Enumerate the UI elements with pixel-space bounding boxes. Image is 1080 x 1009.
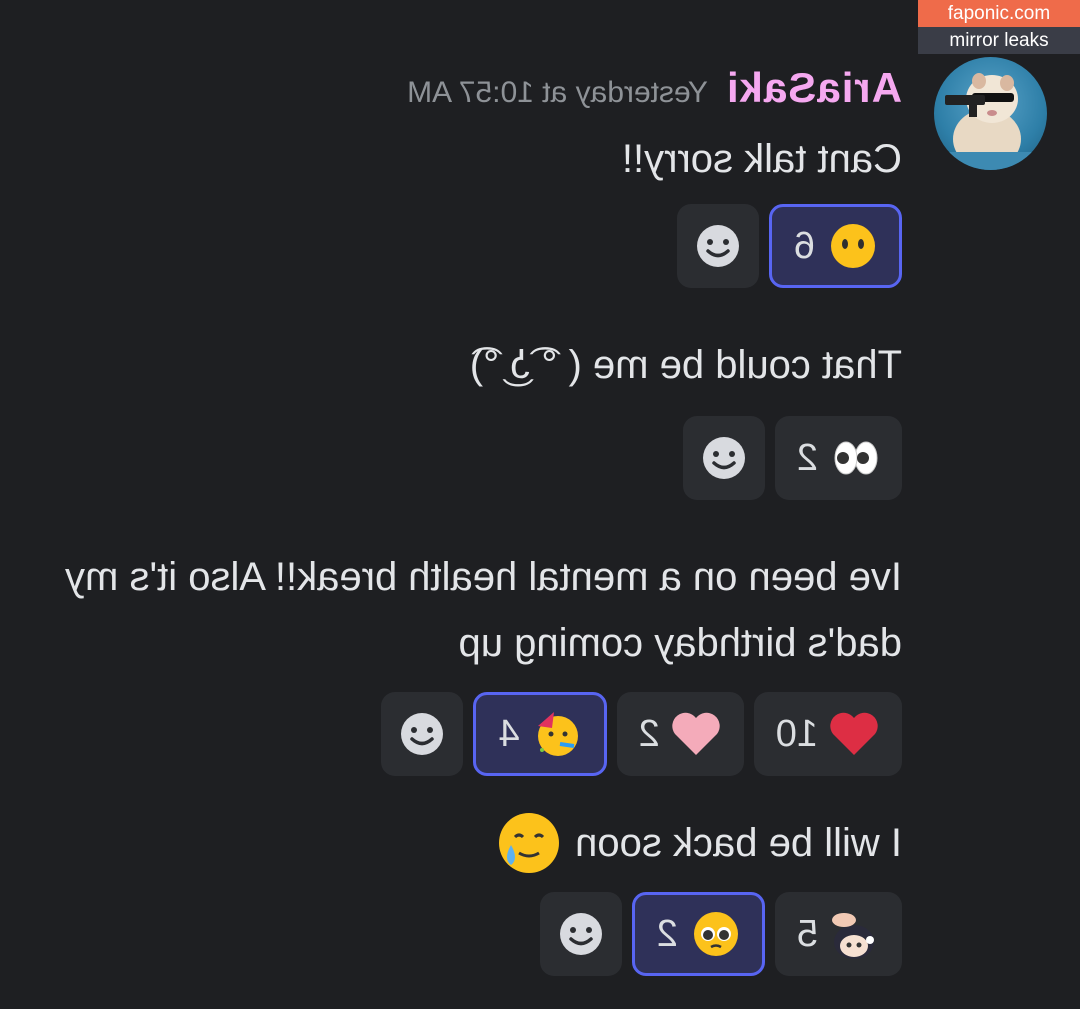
watermark-tag: mirror leaks <box>918 27 1080 54</box>
add-reaction-smiley-icon <box>557 910 605 958</box>
anime-headpat-icon <box>832 910 880 959</box>
add-reaction-button[interactable] <box>676 204 759 288</box>
add-reaction-button[interactable] <box>682 416 765 500</box>
reaction-count: 2 <box>796 436 818 479</box>
reaction-row: 10 2 4 <box>22 692 902 776</box>
reaction-count: 6 <box>793 224 815 267</box>
message-text: Ive been on a mental health break!! Also… <box>65 555 902 665</box>
message-text: That could be me ( ͡° ͜ʖ ͡°) <box>469 343 902 387</box>
eyes-icon <box>832 434 880 482</box>
red-heart-icon <box>830 710 880 758</box>
pink-heart-icon <box>672 710 722 758</box>
add-reaction-button[interactable] <box>381 692 464 776</box>
reaction-row: 6 <box>22 204 902 288</box>
no-mouth-face-icon <box>829 222 877 270</box>
watermark: faponic.com mirror leaks <box>918 0 1080 54</box>
smiling-face-with-tear-icon <box>497 811 561 875</box>
reaction-count: 5 <box>796 912 818 955</box>
reaction-custom-anime-headpat[interactable]: 5 <box>774 892 902 976</box>
add-reaction-smiley-icon <box>398 710 446 758</box>
reaction-count: 4 <box>498 712 520 755</box>
reaction-no-mouth-face[interactable]: 6 <box>768 204 902 288</box>
timestamp: Yesterday at 10:57 AM <box>407 76 708 109</box>
message-group: AriaSaki Yesterday at 10:57 AM Cant talk… <box>22 64 902 976</box>
message-text: Cant talk sorry!! <box>621 137 902 181</box>
message-header: AriaSaki Yesterday at 10:57 AM <box>22 64 902 124</box>
reaction-red-heart[interactable]: 10 <box>753 692 902 776</box>
reaction-count: 2 <box>656 912 678 955</box>
reaction-eyes[interactable]: 2 <box>774 416 902 500</box>
mirrored-chat: AriaSaki Yesterday at 10:57 AM Cant talk… <box>0 0 1080 1009</box>
avatar[interactable] <box>934 57 1047 170</box>
reaction-partying-face[interactable]: 4 <box>473 692 607 776</box>
username[interactable]: AriaSaki <box>726 64 902 112</box>
reaction-pink-heart[interactable]: 2 <box>616 692 744 776</box>
message-text: I will be back soon <box>575 821 902 865</box>
message-line: I will be back soon <box>22 810 902 876</box>
watermark-site: faponic.com <box>918 0 1080 27</box>
add-reaction-smiley-icon <box>694 222 742 270</box>
reaction-pleading-face[interactable]: 2 <box>631 892 765 976</box>
reaction-count: 10 <box>775 712 818 755</box>
partying-face-icon <box>534 710 582 758</box>
pleading-face-icon <box>692 910 740 958</box>
reaction-count: 2 <box>638 712 660 755</box>
reaction-row: 2 <box>22 416 902 500</box>
add-reaction-button[interactable] <box>539 892 622 976</box>
reaction-row: 5 2 <box>22 892 902 976</box>
add-reaction-smiley-icon <box>700 434 748 482</box>
